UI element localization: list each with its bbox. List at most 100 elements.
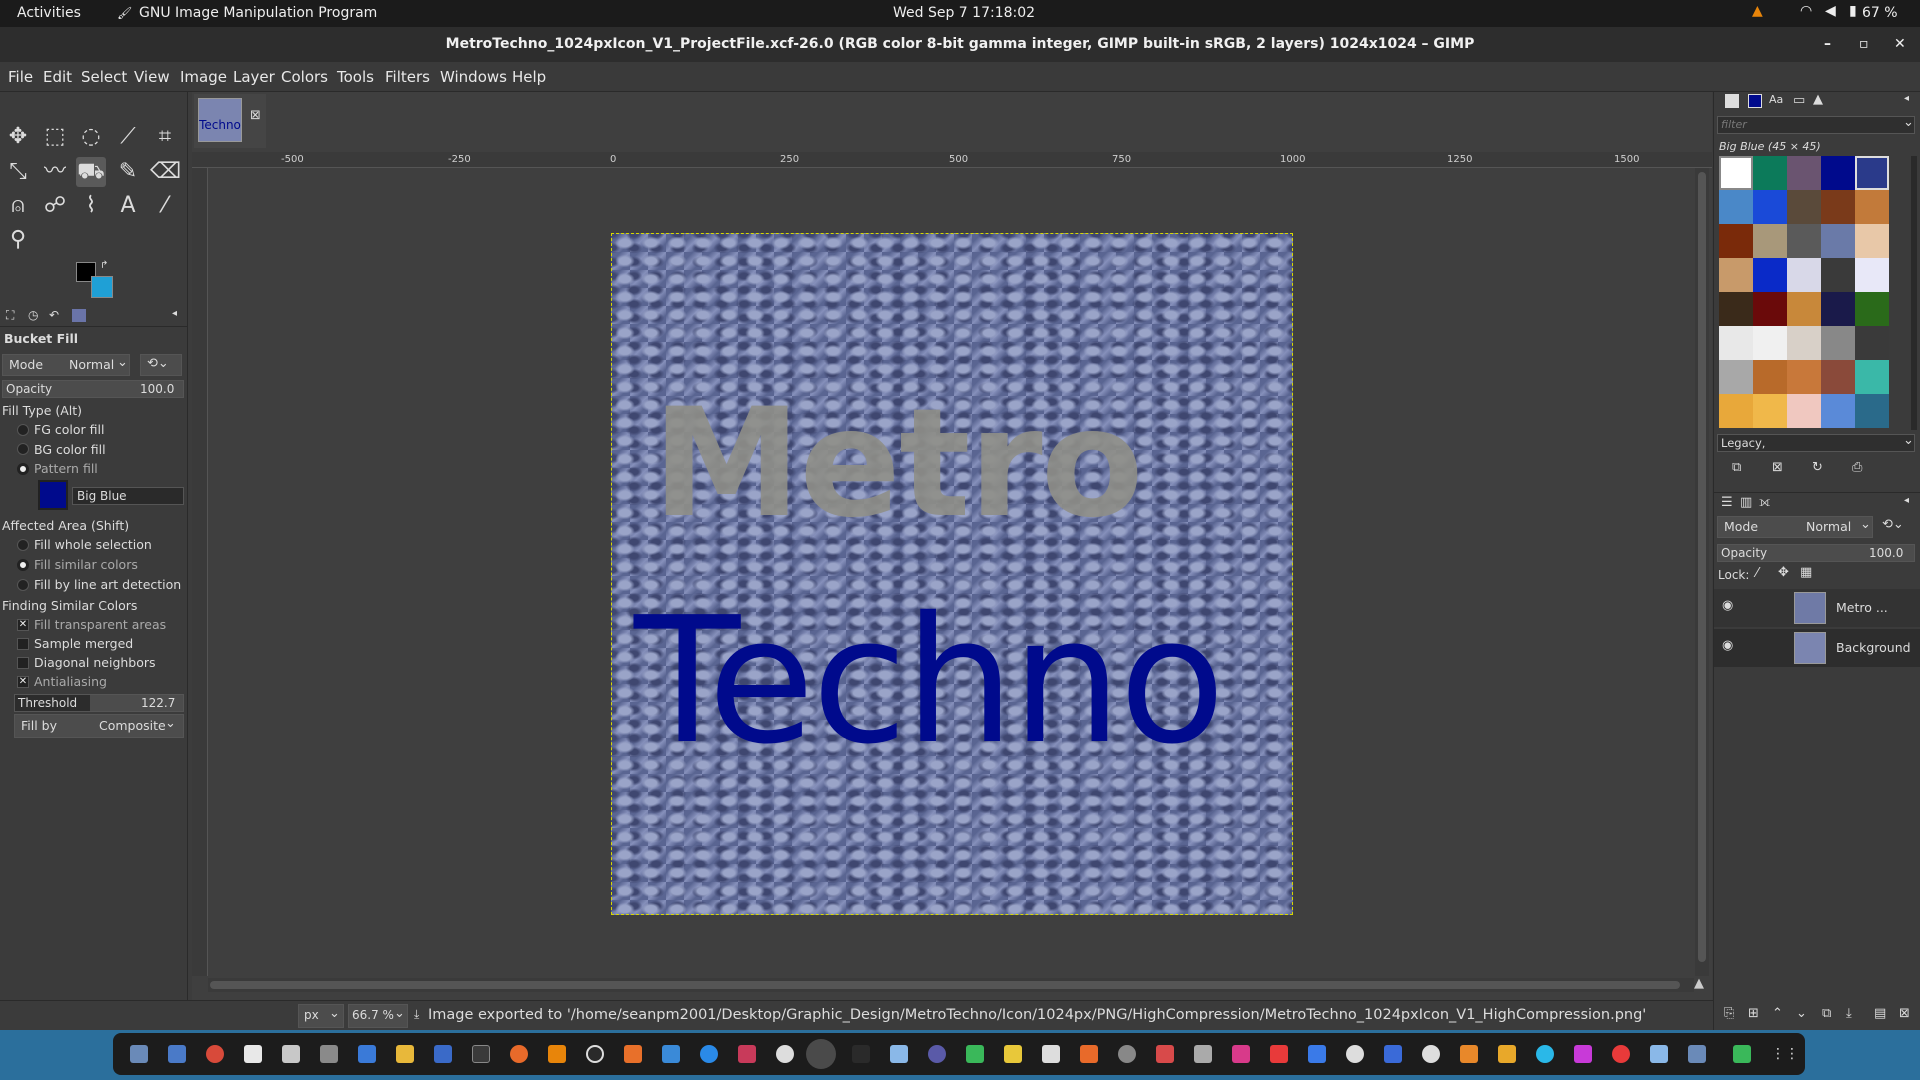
sample-merged-label[interactable]: Sample merged — [34, 636, 133, 651]
close-button[interactable]: ✕ — [1894, 27, 1906, 62]
layer-name[interactable]: Metro ... — [1836, 600, 1888, 615]
pattern-preview[interactable] — [38, 480, 68, 510]
lower-layer-icon[interactable]: ⌄ — [1796, 1006, 1807, 1021]
new-layer-group-icon[interactable]: ⎘ — [1724, 1006, 1734, 1021]
app-icon[interactable] — [1270, 1045, 1288, 1063]
app-icon[interactable] — [1346, 1045, 1364, 1063]
threshold-slider[interactable]: Threshold 122.7 — [14, 694, 184, 712]
diagonal-neighbors-label[interactable]: Diagonal neighbors — [34, 655, 156, 670]
sample-merged-checkbox[interactable] — [17, 638, 29, 650]
raise-layer-icon[interactable]: ⌃ — [1772, 1006, 1783, 1021]
opacity-slider[interactable]: Opacity 100.0 — [2, 380, 184, 398]
menu-filters[interactable]: Filters — [385, 68, 430, 86]
battery-icon[interactable]: ▮ — [1849, 3, 1857, 19]
wifi-icon[interactable]: ◠ — [1800, 3, 1812, 19]
pattern-swatch[interactable] — [1719, 292, 1753, 326]
horizontal-ruler[interactable]: -500 -250 0 250 500 750 1000 1250 1500 — [192, 152, 1712, 168]
fill-transparent-label[interactable]: Fill transparent areas — [34, 617, 166, 632]
show-apps-icon[interactable]: ⋮⋮ — [1771, 1045, 1799, 1063]
inkscape-icon[interactable] — [852, 1045, 870, 1063]
free-select-tool-icon[interactable]: ◌ — [76, 122, 106, 152]
writer-icon[interactable] — [358, 1045, 376, 1063]
notes-icon[interactable] — [396, 1045, 414, 1063]
app-icon[interactable] — [1460, 1045, 1478, 1063]
bg-fill-radio[interactable] — [17, 443, 29, 455]
firefox-icon[interactable] — [510, 1045, 528, 1063]
app-icon[interactable] — [1688, 1045, 1706, 1063]
chrome-icon[interactable] — [206, 1045, 224, 1063]
paths-tab-icon[interactable]: ⟗ — [1759, 495, 1770, 510]
brushes-tab-icon[interactable] — [1725, 94, 1739, 108]
layer-row[interactable]: ◉ Background — [1714, 629, 1920, 667]
vertical-scrollbar[interactable] — [1695, 168, 1709, 976]
lock-position-icon[interactable]: ✥ — [1778, 565, 1789, 580]
paths-tool-icon[interactable]: ⌇ — [76, 191, 106, 221]
pattern-swatch[interactable] — [1855, 190, 1889, 224]
vlc-icon[interactable] — [548, 1045, 566, 1063]
fg-fill-label[interactable]: FG color fill — [34, 422, 104, 437]
fill-similar-colors-radio[interactable] — [17, 559, 29, 571]
antialiasing-checkbox[interactable]: ✕ — [17, 676, 29, 688]
pattern-swatch[interactable] — [1787, 190, 1821, 224]
trash-icon[interactable] — [1733, 1045, 1751, 1063]
close-tab-icon[interactable]: ⊠ — [250, 108, 261, 123]
pattern-swatch[interactable] — [1821, 394, 1855, 428]
rect-select-tool-icon[interactable]: ⬚ — [40, 122, 70, 152]
image-canvas[interactable]: Metro Techno — [611, 233, 1293, 915]
paintbrush-tool-icon[interactable]: ✎ — [113, 157, 143, 187]
vertical-ruler[interactable] — [192, 168, 208, 976]
pattern-swatch[interactable] — [1821, 326, 1855, 360]
blender-icon[interactable] — [624, 1045, 642, 1063]
pattern-swatch[interactable] — [1821, 190, 1855, 224]
pattern-swatch[interactable] — [1821, 224, 1855, 258]
bucket-fill-tool-icon[interactable]: ⛟ — [76, 157, 106, 187]
menu-image[interactable]: Image — [180, 68, 227, 86]
pattern-swatch[interactable] — [1753, 224, 1787, 258]
screenshot-icon[interactable] — [320, 1045, 338, 1063]
move-tool-icon[interactable]: ✥ — [3, 122, 33, 152]
panel-menu-icon[interactable]: ◂ — [172, 308, 177, 319]
app-icon[interactable] — [1156, 1045, 1174, 1063]
background-color-swatch[interactable] — [91, 276, 113, 298]
horizontal-scroll-thumb[interactable] — [210, 981, 1680, 989]
fg-fill-radio[interactable] — [17, 424, 29, 436]
pattern-swatch[interactable] — [1719, 326, 1753, 360]
eye-icon[interactable]: ◉ — [1722, 638, 1733, 653]
navigate-icon[interactable]: ▲ — [1694, 976, 1704, 991]
new-layer-icon[interactable]: ⊞ — [1748, 1006, 1759, 1021]
pattern-swatch[interactable] — [1719, 258, 1753, 292]
refresh-patterns-icon[interactable]: ↻ — [1812, 460, 1823, 475]
channels-tab-icon[interactable]: ▥ — [1740, 495, 1752, 510]
tool-options-tab-icon[interactable]: ⛶ — [6, 308, 14, 323]
pattern-swatch[interactable] — [1787, 224, 1821, 258]
document-app-icon[interactable] — [244, 1045, 262, 1063]
device-status-tab-icon[interactable]: ◷ — [28, 308, 38, 322]
menu-colors[interactable]: Colors — [281, 68, 328, 86]
pattern-swatch[interactable] — [1719, 394, 1753, 428]
pattern-filter-input[interactable]: filter ⌄ — [1717, 115, 1915, 134]
cube-icon[interactable] — [890, 1045, 908, 1063]
pattern-swatch[interactable] — [1855, 224, 1889, 258]
text-editor-icon[interactable] — [282, 1045, 300, 1063]
open-pattern-icon[interactable]: ⎙ — [1852, 460, 1862, 475]
app-icon[interactable] — [1536, 1045, 1554, 1063]
pattern-swatch[interactable] — [1719, 190, 1753, 224]
zoom-dropdown[interactable]: 66.7 % ⌄ — [348, 1004, 408, 1028]
zoom-tool-icon[interactable]: ⚲ — [3, 225, 33, 255]
fuzzy-select-tool-icon[interactable]: ⟋ — [113, 122, 143, 152]
pattern-swatch[interactable] — [1855, 360, 1889, 394]
pattern-swatch[interactable] — [1787, 360, 1821, 394]
app-icon[interactable] — [928, 1045, 946, 1063]
pattern-swatch[interactable] — [1753, 326, 1787, 360]
menu-tools[interactable]: Tools — [337, 68, 374, 86]
pattern-scrollbar[interactable] — [1911, 156, 1917, 430]
pattern-swatch[interactable] — [1719, 156, 1753, 190]
app-icon[interactable] — [776, 1045, 794, 1063]
menu-view[interactable]: View — [134, 68, 170, 86]
menu-file[interactable]: File — [8, 68, 33, 86]
smudge-tool-icon[interactable]: ☍ — [40, 191, 70, 221]
eye-icon[interactable]: ◉ — [1722, 598, 1733, 613]
app-icon[interactable] — [1080, 1045, 1098, 1063]
pattern-tag-field[interactable]: Legacy, ⌄ — [1717, 433, 1915, 452]
gradients-tab-icon[interactable]: ▭ — [1793, 93, 1805, 108]
